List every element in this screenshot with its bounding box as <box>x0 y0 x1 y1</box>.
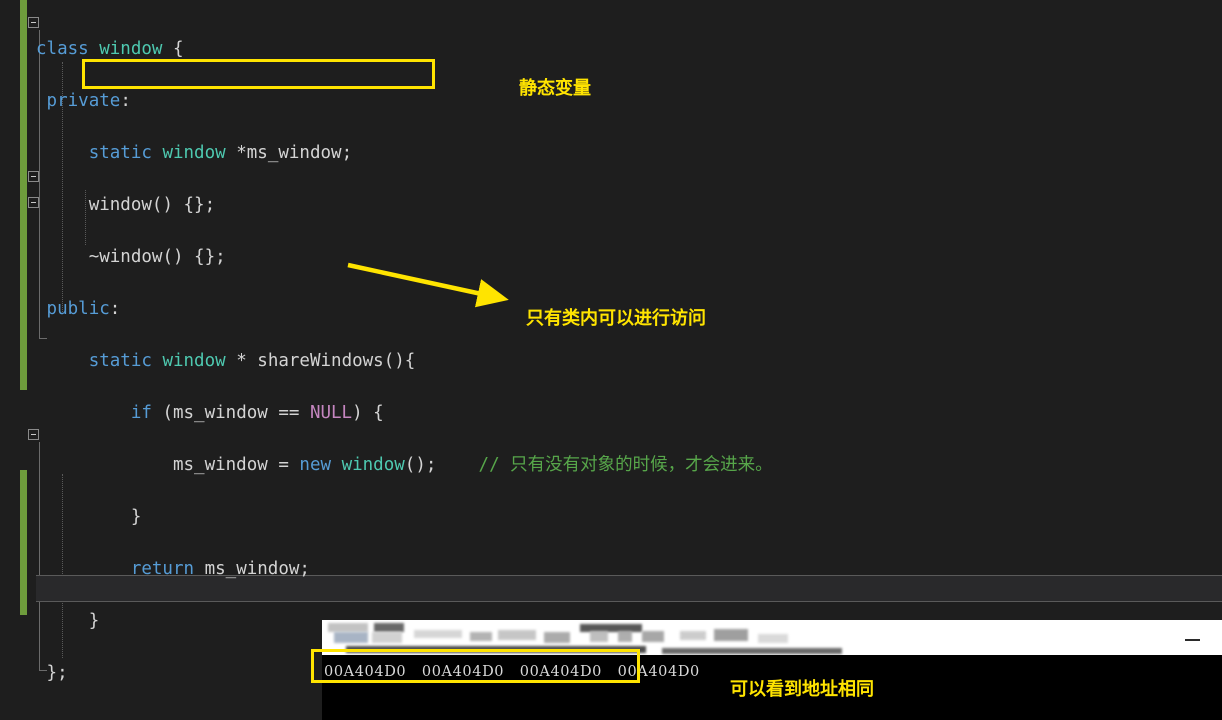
token-plain: ~window() {}; <box>88 247 226 267</box>
token-keyword: new <box>299 455 332 475</box>
token-plain: *ms_window; <box>225 143 353 163</box>
code-line: private: <box>36 88 816 114</box>
token-keyword: if <box>130 403 152 423</box>
code-line: window() {}; <box>36 192 816 218</box>
token-macro: NULL <box>309 403 353 423</box>
token-plain: : <box>120 91 131 111</box>
code-line: static window *ms_window; <box>36 140 816 166</box>
change-indicator-bar <box>20 0 27 390</box>
token-keyword: private <box>46 91 121 111</box>
token-plain: { <box>162 39 184 59</box>
annotation-arrow-icon <box>347 262 509 308</box>
token-plain: } <box>130 507 142 527</box>
token-plain: ms_window = <box>172 455 300 475</box>
token-plain: : <box>109 299 121 319</box>
token-type: window <box>341 455 405 475</box>
token-type: window <box>162 143 226 163</box>
code-editor[interactable]: class window { private: static window *m… <box>0 0 1222 720</box>
token-plain: ) { <box>352 403 384 423</box>
token-plain: ms_window; <box>194 559 310 579</box>
token-plain: window() {}; <box>88 195 216 215</box>
token-keyword: class <box>36 39 89 59</box>
token-keyword: return <box>130 559 195 579</box>
code-line: static window * shareWindows(){ <box>36 348 816 374</box>
token-type: window <box>162 351 226 371</box>
screen-root: class window { private: static window *m… <box>0 0 1222 720</box>
token-plain: }; <box>46 663 68 683</box>
token-plain: (); <box>404 455 437 475</box>
editor-indicator-margin[interactable] <box>0 0 20 720</box>
highlight-box-console-output <box>311 649 640 683</box>
code-line: } <box>36 504 816 530</box>
token-keyword: static <box>88 351 152 371</box>
token-plain: (ms_window == <box>151 403 310 423</box>
token-type: window <box>99 39 163 59</box>
token-keyword: public <box>46 299 110 319</box>
highlight-box-static-member <box>82 59 435 89</box>
code-text[interactable]: class window { private: static window *m… <box>36 10 816 720</box>
token-plain: * shareWindows(){ <box>225 351 416 371</box>
annotation-static-variable: 静态变量 <box>519 78 591 99</box>
annotation-class-access: 只有类内可以进行访问 <box>526 308 706 329</box>
token-plain: } <box>88 611 100 631</box>
minimize-icon[interactable] <box>1185 639 1200 641</box>
token-keyword: static <box>88 143 152 163</box>
token-comment: // 只有没有对象的时候，才会进来。 <box>478 455 773 475</box>
change-indicator-bar <box>20 470 27 615</box>
code-line: return ms_window; <box>36 556 816 582</box>
code-line: ms_window = new window(); // 只有没有对象的时候，才… <box>36 452 816 478</box>
annotation-same-address: 可以看到地址相同 <box>730 679 874 700</box>
code-line: if (ms_window == NULL) { <box>36 400 816 426</box>
